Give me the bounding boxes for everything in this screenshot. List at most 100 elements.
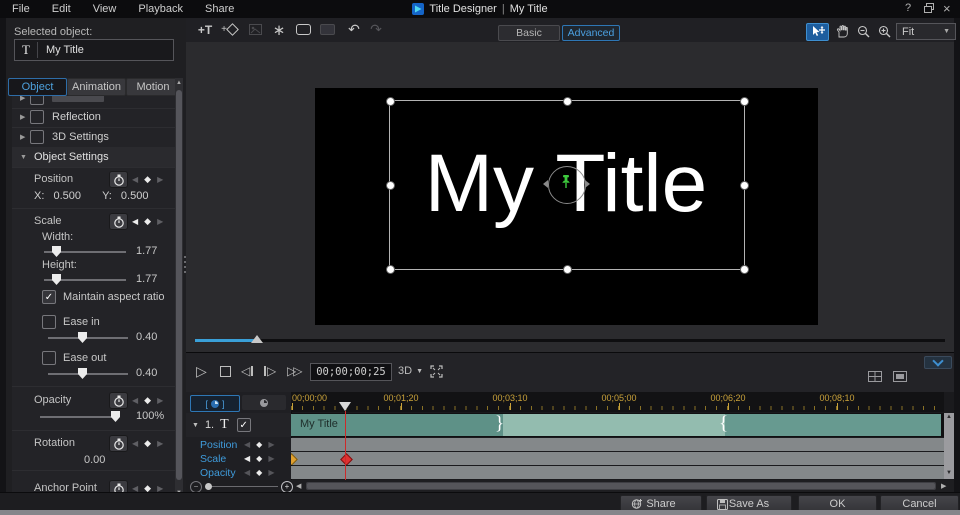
next-keyframe-icon[interactable]: ▶ (157, 217, 163, 226)
hscrollbar-thumb[interactable] (307, 483, 935, 489)
ease-out-slider-track[interactable] (48, 373, 128, 375)
resize-handle-s[interactable] (563, 265, 572, 274)
ease-in-checkbox[interactable] (42, 315, 56, 329)
next-keyframe-icon[interactable]: ▶ (268, 454, 274, 463)
ease-out-slider-handle[interactable] (78, 368, 87, 379)
preview-seek-bar[interactable] (195, 339, 945, 342)
play-button[interactable]: ▷ (196, 362, 207, 380)
prev-keyframe-icon[interactable]: ◀ (132, 439, 138, 448)
previous-frame-button[interactable]: ◁ (241, 362, 253, 380)
ease-boundary-right[interactable]: { (719, 413, 728, 435)
timeline-zoom-track[interactable] (206, 486, 278, 487)
reflection-checkbox[interactable] (30, 110, 44, 124)
fast-forward-button[interactable]: ▷▷ (287, 362, 299, 380)
resize-handle-sw[interactable] (386, 265, 395, 274)
opacity-lane[interactable] (291, 466, 944, 479)
prev-keyframe-icon[interactable]: ◀ (132, 217, 138, 226)
tab-motion[interactable]: Motion (126, 78, 180, 96)
next-keyframe-icon[interactable]: ▶ (268, 468, 274, 477)
ease-in-slider-track[interactable] (48, 337, 128, 339)
timeline-vscrollbar[interactable]: ▲ ▼ (944, 413, 954, 479)
position-lane[interactable] (291, 438, 944, 451)
zoom-fit-dropdown[interactable]: Fit ▼ (896, 23, 956, 40)
help-button[interactable]: ? (905, 2, 911, 14)
resize-handle-se[interactable] (740, 265, 749, 274)
fullscreen-button[interactable] (430, 362, 443, 380)
position-y-value[interactable]: 0.500 (121, 190, 149, 202)
expander-icon[interactable]: ▶ (20, 133, 30, 141)
apply-effect-button[interactable]: ∗ (268, 21, 290, 38)
scroll-left-icon[interactable]: ◀ (296, 482, 301, 490)
resize-handle-ne[interactable] (740, 97, 749, 106)
position-keyframe-button[interactable] (109, 171, 128, 188)
preview-canvas[interactable]: My Title (315, 88, 818, 325)
scale-lane[interactable] (291, 452, 944, 465)
row-header-opacity[interactable]: Opacity ◀◆▶ (186, 466, 291, 479)
3d-settings-checkbox[interactable] (30, 130, 44, 144)
undo-button[interactable]: ↶ (344, 21, 364, 38)
prev-keyframe-icon[interactable]: ◀ (244, 454, 250, 463)
tv-safe-zone-button[interactable] (868, 367, 882, 385)
menu-view[interactable]: View (93, 3, 117, 15)
add-keyframe-icon[interactable]: ◆ (256, 440, 262, 449)
anchor-pin-icon[interactable] (559, 174, 573, 190)
clip-segment-middle[interactable] (503, 414, 725, 436)
insert-shape-button[interactable] (292, 21, 314, 38)
timeline-hscrollbar[interactable] (306, 482, 936, 490)
timeline-zoom-handle[interactable] (205, 483, 212, 490)
opacity-slider-track[interactable] (40, 416, 118, 418)
clip-segment-ease-in[interactable]: My Title (291, 414, 503, 436)
screen-boundary-button[interactable] (893, 367, 907, 385)
seek-handle[interactable] (251, 335, 263, 343)
clip-segment-ease-out[interactable] (725, 414, 941, 436)
keyframe-orange[interactable] (291, 453, 298, 465)
scroll-right-icon[interactable]: ▶ (941, 482, 946, 490)
add-keyframe-icon[interactable]: ◆ (144, 395, 151, 406)
tab-animation[interactable]: Animation (67, 78, 126, 96)
insert-text-button[interactable]: +T (194, 21, 216, 38)
prev-keyframe-icon[interactable]: ◀ (244, 440, 250, 449)
add-keyframe-icon[interactable]: ◆ (144, 438, 151, 449)
next-keyframe-icon[interactable]: ▶ (268, 440, 274, 449)
ease-in-slider-handle[interactable] (78, 332, 87, 343)
ease-out-checkbox[interactable] (42, 351, 56, 365)
resize-handle-n[interactable] (563, 97, 572, 106)
width-slider-handle[interactable] (52, 246, 61, 257)
rotation-value[interactable]: 0.00 (84, 454, 105, 466)
track-enable-checkbox[interactable]: ✓ (237, 418, 251, 432)
add-keyframe-icon[interactable]: ◆ (144, 174, 151, 185)
zoom-out-button[interactable] (853, 23, 874, 39)
advanced-mode-button[interactable]: Advanced (562, 25, 620, 41)
collapse-panel-button[interactable] (924, 356, 952, 369)
row-header-scale[interactable]: Scale ◀◆▶ (186, 452, 291, 465)
next-keyframe-icon[interactable]: ▶ (157, 175, 163, 184)
basic-mode-button[interactable]: Basic (498, 25, 560, 41)
resize-handle-e[interactable] (740, 181, 749, 190)
menu-edit[interactable]: Edit (52, 3, 71, 15)
height-slider-handle[interactable] (52, 274, 61, 285)
ease-out-row[interactable]: Ease out (42, 351, 106, 365)
menu-playback[interactable]: Playback (138, 3, 183, 15)
add-keyframe-icon[interactable]: ◆ (144, 216, 151, 227)
prev-keyframe-icon[interactable]: ◀ (132, 396, 138, 405)
tab-object[interactable]: Object (8, 78, 67, 96)
timeline-ruler[interactable]: 00;00;00 00;01;20 00;03;10 00;05;00 00;0… (291, 392, 944, 412)
next-keyframe-icon[interactable]: ▶ (157, 396, 163, 405)
next-keyframe-icon[interactable]: ▶ (157, 439, 163, 448)
prev-keyframe-icon[interactable]: ◀ (132, 175, 138, 184)
section-reflection[interactable]: ▶ Reflection (12, 107, 181, 128)
section-3d-settings[interactable]: ▶ 3D Settings (12, 127, 181, 148)
menu-file[interactable]: File (12, 3, 30, 15)
prev-keyframe-icon[interactable]: ◀ (244, 468, 250, 477)
scroll-up-icon[interactable]: ▲ (175, 80, 183, 86)
expander-icon[interactable]: ▶ (20, 113, 30, 121)
scroll-down-icon[interactable]: ▼ (944, 470, 954, 476)
add-keyframe-icon[interactable]: ◆ (256, 468, 262, 477)
scale-keyframe-button[interactable] (109, 213, 128, 230)
maintain-aspect-checkbox[interactable]: ✓ (42, 290, 56, 304)
add-keyframe-icon[interactable]: ◆ (256, 454, 262, 463)
3d-mode-dropdown[interactable]: 3D ▼ (398, 362, 423, 380)
scroll-up-icon[interactable]: ▲ (944, 414, 954, 420)
maintain-aspect-row[interactable]: ✓ Maintain aspect ratio (42, 290, 165, 304)
resize-handle-w[interactable] (386, 181, 395, 190)
